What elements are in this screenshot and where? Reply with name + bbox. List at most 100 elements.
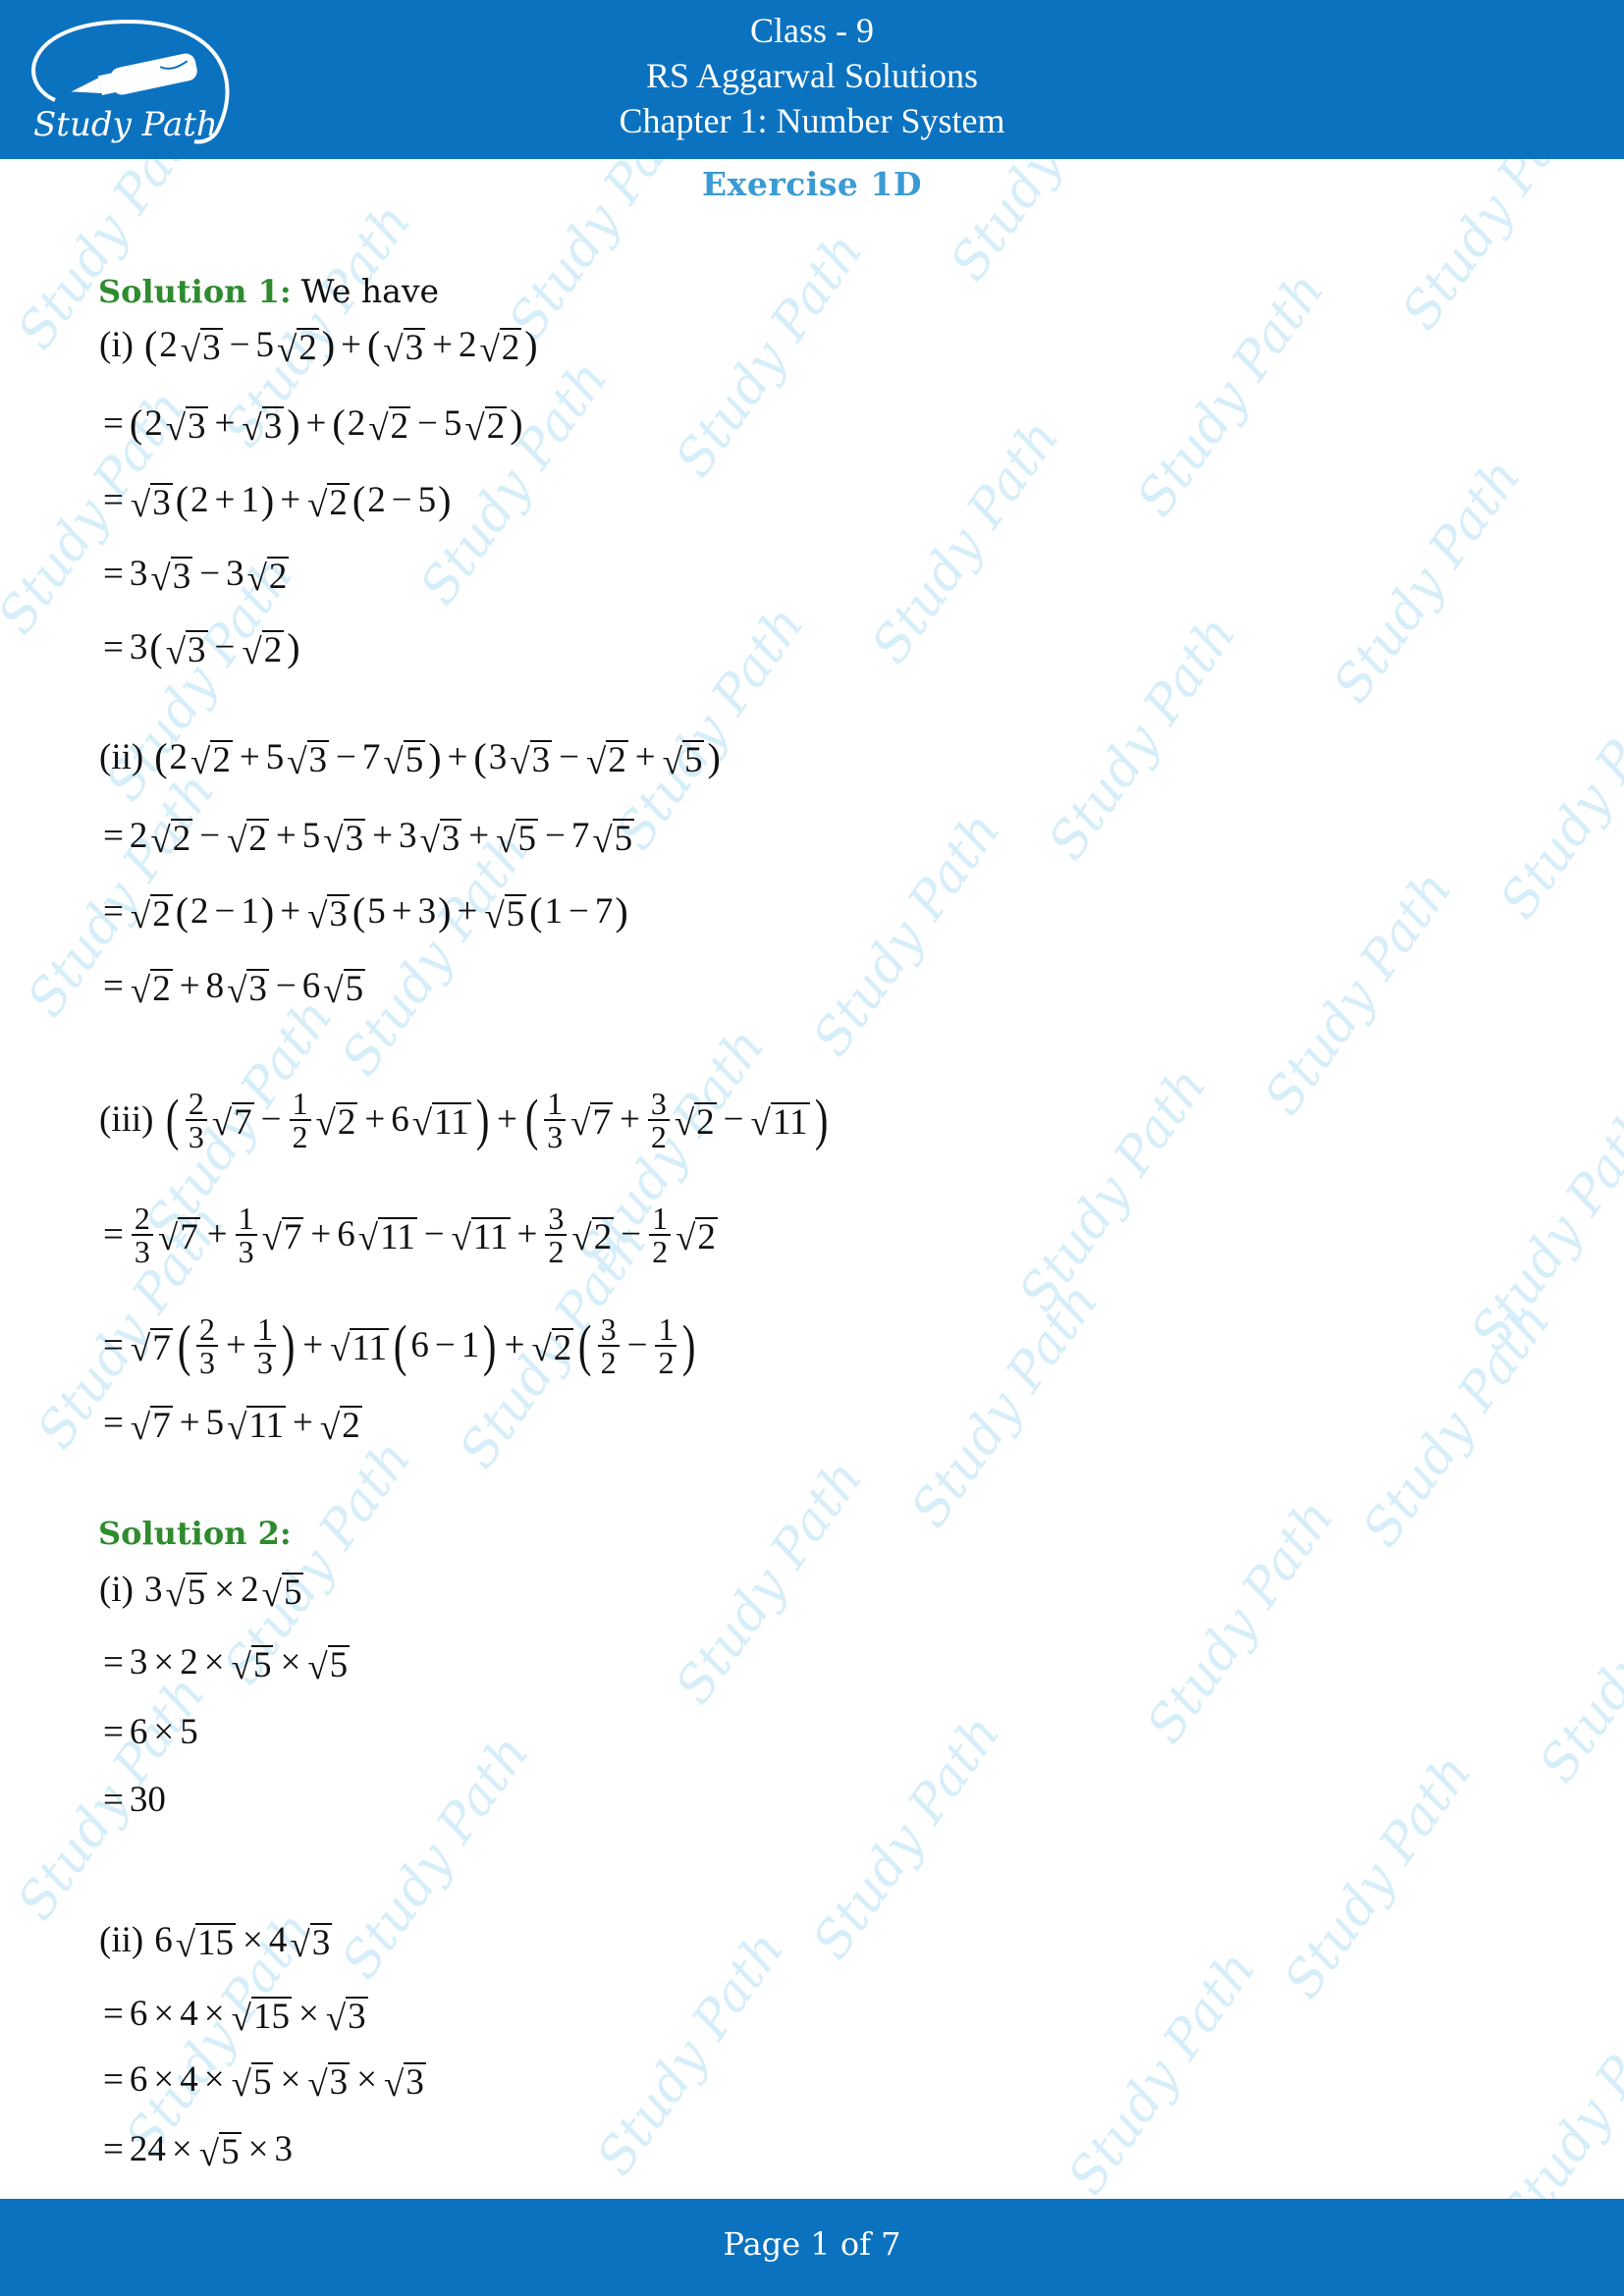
square-root: √ 5 xyxy=(592,815,635,859)
fraction: 32 xyxy=(545,1202,568,1267)
radical-sign: √ xyxy=(261,1218,282,1259)
denominator: 2 xyxy=(658,1345,675,1380)
square-root: √ 2 xyxy=(531,1324,574,1370)
radicand: 3 xyxy=(404,2062,426,2103)
square-root: √ 3 xyxy=(383,324,426,370)
radicand: 3 xyxy=(306,740,330,780)
watermark-text: Study Path xyxy=(860,409,1071,674)
operator: × xyxy=(171,2129,192,2170)
square-root: √ 3 xyxy=(166,402,208,447)
open-paren: ( xyxy=(175,478,189,523)
close-paren: ) xyxy=(281,1313,296,1377)
radicand: 7 xyxy=(178,1216,200,1257)
square-root: √ 3 xyxy=(290,1919,333,1965)
number: 2 xyxy=(180,1642,198,1683)
problem-statement: (ii)(2 √ 2 +5 √ 3−7 √ 5) +(3 √ 3− √ 2 + √ 5) xyxy=(98,736,722,780)
radical-sign: √ xyxy=(383,329,404,370)
number: 30 xyxy=(129,1780,166,1820)
number: 24 xyxy=(129,2129,166,2170)
square-root: √ 3 xyxy=(287,736,330,780)
denominator: 2 xyxy=(652,1234,669,1269)
square-root: √ 15 xyxy=(176,1919,237,1963)
square-root: √ 5 xyxy=(307,1641,351,1685)
radical-sign: √ xyxy=(384,2063,405,2105)
square-root: √ 3 xyxy=(307,890,350,934)
part-label: (iii) xyxy=(99,1099,154,1140)
operator: − xyxy=(568,891,589,933)
math-expression: = 24 × √ 5 × 3 xyxy=(98,2128,294,2171)
operator: + xyxy=(364,1099,386,1140)
number: 3 xyxy=(129,627,148,668)
radicand: 11 xyxy=(350,1327,390,1368)
watermark-text: Study Path xyxy=(1253,861,1464,1126)
operator: = xyxy=(103,1994,124,2035)
page-indicator: Page 1 of 7 xyxy=(723,2225,901,2263)
operator: + xyxy=(516,1214,538,1255)
radicand: 3 xyxy=(346,1997,368,2037)
operator: − xyxy=(723,1099,744,1140)
math-expression: = 3(√ 3− √ 2) xyxy=(98,626,301,670)
operator: = xyxy=(103,2129,124,2170)
watermark-text: Study Path xyxy=(585,1921,796,2186)
open-paren: ( xyxy=(149,625,163,670)
radicand: 5 xyxy=(681,740,705,780)
radical-sign: √ xyxy=(290,1924,310,1965)
solution-step: = √ 2 +8 √ 3−6 √ 5 xyxy=(98,965,367,1009)
numerator: 3 xyxy=(545,1202,568,1236)
number: 2 xyxy=(367,480,386,521)
operator: = xyxy=(103,627,124,668)
operator: = xyxy=(103,1325,124,1365)
radical-sign: √ xyxy=(531,1329,552,1370)
solution-step: = 6 × 4 × √ 15 × √ 3 xyxy=(98,1993,370,2037)
number: 7 xyxy=(594,891,614,933)
close-paren: ) xyxy=(510,401,523,447)
watermark-text: Study Path xyxy=(1272,1744,1484,2009)
radicand: 2 xyxy=(297,328,319,368)
number: 2 xyxy=(190,480,209,521)
square-root: √ 3 xyxy=(384,2058,426,2103)
watermark-text: Study Path xyxy=(1135,1489,1346,1754)
radical-sign: √ xyxy=(307,895,328,936)
radical-sign: √ xyxy=(315,1103,336,1145)
square-root: √ 2 xyxy=(479,324,522,368)
operator: − xyxy=(214,627,236,668)
radicand: 2 xyxy=(591,1216,615,1257)
math-expression: 3 √ 5 × 2 √ 5 xyxy=(143,1569,306,1613)
open-paren: ( xyxy=(393,1313,407,1377)
radical-sign: √ xyxy=(674,1103,695,1145)
operator: + xyxy=(432,325,453,366)
operator: × xyxy=(247,2129,269,2170)
watermark-text: Study Path xyxy=(1037,606,1248,871)
radical-sign: √ xyxy=(662,741,682,782)
radical-sign: √ xyxy=(165,407,187,449)
denominator: 3 xyxy=(256,1345,273,1380)
number: 4 xyxy=(180,2059,198,2101)
number: 5 xyxy=(265,737,285,778)
square-root: √ 2 xyxy=(307,479,350,523)
watermark-text: Study Path xyxy=(899,1273,1110,1538)
radicand: 2 xyxy=(150,894,173,934)
close-paren: ) xyxy=(321,323,336,368)
radical-sign: √ xyxy=(585,741,607,782)
radicand: 11 xyxy=(432,1101,471,1143)
square-root: √ 11 xyxy=(358,1213,417,1256)
radical-sign: √ xyxy=(231,2063,251,2105)
radicand: 2 xyxy=(694,1101,717,1143)
radical-sign: √ xyxy=(227,1407,247,1448)
header-titles: Class - 9 RS Aggarwal Solutions Chapter … xyxy=(0,0,1624,143)
close-paren: ) xyxy=(615,889,628,934)
operator: + xyxy=(275,816,297,857)
operator: = xyxy=(103,816,124,857)
open-paren: ( xyxy=(473,735,487,780)
square-root: √ 2 xyxy=(227,815,269,859)
radicand: 11 xyxy=(770,1101,810,1143)
watermark-text: Study Path xyxy=(1056,1941,1268,2199)
number: 7 xyxy=(570,816,590,857)
square-root: √ 11 xyxy=(751,1098,810,1143)
square-root: √ 5 xyxy=(496,815,538,859)
fraction: 13 xyxy=(544,1088,567,1152)
radicand: 5 xyxy=(327,1645,351,1685)
square-root: √ 11 xyxy=(412,1098,471,1143)
square-root: √ 5 xyxy=(383,736,426,780)
close-paren: ) xyxy=(438,478,452,523)
